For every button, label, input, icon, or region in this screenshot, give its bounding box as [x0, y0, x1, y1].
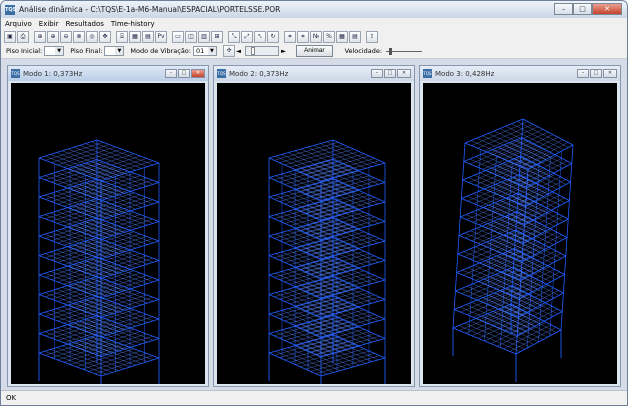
image-icon[interactable]: ▤	[142, 30, 154, 43]
close-button[interactable]: ✕	[592, 3, 622, 15]
piso-inicial-label: Piso Inicial:	[6, 47, 43, 55]
building-model	[38, 139, 160, 404]
mesh-2-icon[interactable]: ⌗	[297, 30, 309, 43]
modo-vibracao-label: Modo de Vibração:	[130, 47, 191, 55]
layout-3-icon[interactable]: ▥	[198, 30, 210, 43]
minimize-button[interactable]: –	[371, 69, 383, 78]
axis-z-icon[interactable]: ⤣	[254, 30, 266, 43]
subwindow-modo-2[interactable]: TQS Modo 2: 0,373Hz – □ ✕	[213, 65, 415, 404]
axis-y-icon[interactable]: ⤢	[241, 30, 253, 43]
slider-knob[interactable]	[389, 48, 393, 55]
subwindow-title-bar: TQS Modo 1: 0,373Hz – □ ✕	[8, 66, 208, 81]
maximize-button[interactable]: □	[384, 69, 396, 78]
chevron-down-icon: ▼	[55, 47, 64, 55]
subwindow-title: Modo 3: 0,428Hz	[435, 69, 495, 78]
piso-final-label: Piso Final:	[70, 47, 103, 55]
maximize-button[interactable]: □	[178, 69, 190, 78]
minimize-button[interactable]: –	[554, 3, 573, 15]
close-button[interactable]: ✕	[603, 69, 617, 78]
piso-inicial-select[interactable]: ▼	[44, 46, 65, 56]
animar-button[interactable]: Animar	[295, 45, 333, 57]
animate-frame-icon[interactable]: ✣	[222, 45, 235, 57]
building-model	[452, 118, 574, 382]
menu-time-history[interactable]: Time-history	[111, 20, 155, 28]
rotate-icon[interactable]: ↻	[267, 30, 279, 43]
structure-view-1[interactable]	[11, 83, 205, 404]
pan-icon[interactable]: ✥	[99, 30, 111, 43]
print-icon[interactable]: ⎙	[17, 30, 29, 43]
layout-2-icon[interactable]: ◫	[185, 30, 197, 43]
scrollbar-thumb[interactable]	[250, 47, 255, 55]
app-window: TQS Análise dinâmica - C:\TQS\E-1a-M6-Ma…	[0, 0, 628, 406]
axis-x-icon[interactable]: ⤡	[228, 30, 240, 43]
close-button[interactable]: ✕	[191, 69, 205, 78]
subwindow-title: Modo 2: 0,373Hz	[229, 69, 289, 78]
piso-final-select[interactable]: ▼	[104, 46, 125, 56]
mesh-icon[interactable]: ⌗	[284, 30, 296, 43]
menu-resultados[interactable]: Resultados	[66, 20, 104, 28]
modo-vibracao-value: 01	[195, 47, 205, 55]
close-button[interactable]: ✕	[397, 69, 411, 78]
animation-toolbar: Piso Inicial: ▼ Piso Final: ▼ Modo de Vi…	[1, 44, 627, 59]
zoom-out-icon[interactable]: ⊖	[60, 30, 72, 43]
layout-1-icon[interactable]: ▭	[172, 30, 184, 43]
subwindow-modo-3[interactable]: TQS Modo 3: 0,428Hz – □ ✕	[419, 65, 621, 387]
percent-icon[interactable]: %	[323, 30, 335, 43]
structure-view-2[interactable]	[217, 83, 411, 404]
building-model	[268, 139, 386, 404]
zoom-fit-icon[interactable]: ◎	[86, 30, 98, 43]
scroll-left-arrow[interactable]: ◄	[236, 47, 241, 55]
menu-exibir[interactable]: Exibir	[39, 20, 59, 28]
modo-vibracao-select[interactable]: 01 ▼	[192, 46, 217, 56]
scroll-right-arrow[interactable]: ►	[281, 47, 286, 55]
chevron-down-icon: ▼	[115, 47, 124, 55]
status-text: OK	[6, 394, 17, 402]
main-toolbar: ▣ ⎙ ⊕ ⊕ ⊖ ⊗ ◎ ✥ ⌸ ▦ ▤ Pv ▭ ◫ ▥ ⊞ ⤡ ⤢ ⤣ ↻ ⌗ ⌗ №% ▦ ▤ ⇪	[1, 29, 627, 44]
zoom-window-icon[interactable]: ⊗	[73, 30, 85, 43]
numbering-icon[interactable]: №	[310, 30, 322, 43]
save-icon[interactable]: ▣	[4, 30, 16, 43]
layout-4-icon[interactable]: ⊞	[211, 30, 223, 43]
pv-icon[interactable]: Pv	[155, 30, 167, 43]
app-icon: TQS	[11, 69, 20, 78]
maximize-button[interactable]: □	[573, 3, 592, 15]
velocidade-slider[interactable]	[386, 46, 423, 56]
maximize-button[interactable]: □	[590, 69, 602, 78]
subwindow-title-bar: TQS Modo 3: 0,428Hz – □ ✕	[420, 66, 620, 81]
frame-scrollbar[interactable]	[244, 46, 279, 56]
app-icon: TQS	[217, 69, 226, 78]
menu-arquivo[interactable]: Arquivo	[5, 20, 32, 28]
menu-bar: Arquivo Exibir Resultados Time-history	[1, 18, 627, 29]
window-title: Análise dinâmica - C:\TQS\E-1a-M6-Manual…	[19, 5, 281, 14]
app-icon: TQS	[5, 4, 17, 15]
status-bar: OK	[1, 390, 627, 405]
subwindow-title: Modo 1: 0,373Hz	[23, 69, 83, 78]
velocidade-label: Velocidade:	[344, 47, 383, 55]
view-icon[interactable]: ▦	[129, 30, 141, 43]
title-bar: TQS Análise dinâmica - C:\TQS\E-1a-M6-Ma…	[1, 1, 627, 18]
structure-view-3[interactable]	[423, 83, 617, 384]
subwindow-title-bar: TQS Modo 2: 0,373Hz – □ ✕	[214, 66, 414, 81]
zoom-icon[interactable]: ⊕	[34, 30, 46, 43]
table-icon[interactable]: ▦	[336, 30, 348, 43]
report-icon[interactable]: ▤	[349, 30, 361, 43]
minimize-button[interactable]: –	[165, 69, 177, 78]
chevron-down-icon: ▼	[207, 47, 216, 55]
export-icon[interactable]: ⇪	[366, 30, 378, 43]
minimize-button[interactable]: –	[577, 69, 589, 78]
app-icon: TQS	[423, 69, 432, 78]
subwindow-modo-1[interactable]: TQS Modo 1: 0,373Hz – □ ✕	[7, 65, 209, 404]
structure-icon[interactable]: ⌸	[116, 30, 128, 43]
mdi-workspace: TQS Modo 1: 0,373Hz – □ ✕ TQS Modo 2: 0,…	[1, 60, 627, 404]
zoom-in-icon[interactable]: ⊕	[47, 30, 59, 43]
